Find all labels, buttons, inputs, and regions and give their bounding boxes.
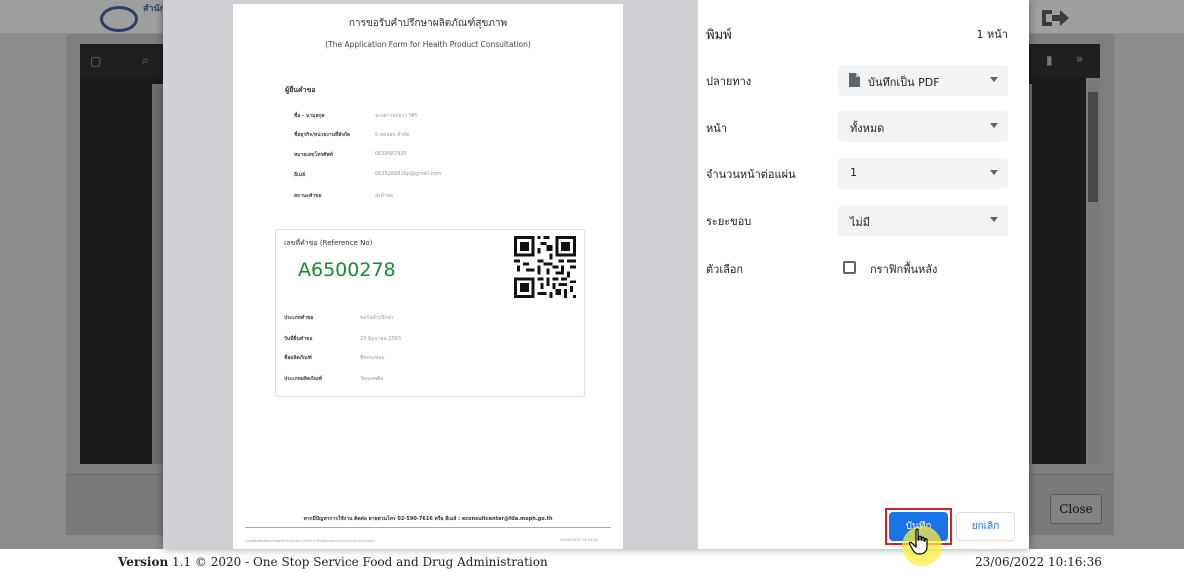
logout-icon[interactable] [1040, 6, 1070, 30]
reference-label: เลขที่คำขอ (Reference No) [284, 239, 373, 247]
margins-select[interactable]: ไม่มี [838, 205, 1008, 236]
print-title: พิมพ์ [706, 28, 732, 43]
fda-logo [100, 6, 138, 32]
hand-pointer-icon [908, 528, 928, 555]
pdf-scrollbar-thumb[interactable] [1088, 92, 1098, 202]
pages-per-sheet-value: 1 [850, 166, 857, 179]
chevron-down-icon [990, 123, 998, 128]
applicant-heading: ผู้ยื่นคำขอ [285, 86, 316, 94]
document-footer-divider [245, 527, 611, 528]
close-button[interactable]: Close [1050, 494, 1102, 524]
background-graphics-label[interactable]: กราฟิกพื้นหลัง [870, 260, 937, 278]
document-title: การขอรับคำปรึกษาผลิตภัณฑ์สุขภาพ [348, 18, 508, 29]
document-subtitle: (The Application Form for Health Product… [325, 40, 531, 49]
footer-version-text: 1.1 © 2020 - One Stop Service Food and D… [168, 555, 548, 569]
document-footnote-date: 23/06/2022 10:24:31 [560, 538, 598, 542]
footer-version: Version 1.1 © 2020 - One Stop Service Fo… [118, 555, 548, 569]
pages-label: หน้า [706, 122, 727, 135]
print-page-count: 1 หน้า [976, 28, 1008, 41]
destination-label: ปลายทาง [706, 75, 752, 88]
chevron-down-icon [990, 217, 998, 222]
applicant-field-value: 5 ทดสอบ จำกัด [375, 132, 410, 138]
pages-per-sheet-label: จำนวนหน้าต่อแผ่น [706, 168, 796, 181]
cancel-button[interactable]: ยกเลิก [956, 512, 1015, 541]
pages-value: ทั้งหมด [850, 122, 885, 135]
request-field-label: ประเภทผลิตภัณฑ์ [284, 376, 323, 382]
footer-datetime: 23/06/2022 10:16:36 [975, 555, 1102, 569]
qr-code-icon [514, 236, 576, 298]
request-field-value: 23 มิถุนายน 2565 [360, 336, 402, 342]
applicant-field-label: ชื่อ - นามสกุล [294, 113, 325, 119]
request-field-value: วัตถุเสพติด [360, 376, 384, 382]
applicant-field-label: ชื่อธุรกิจ/หน่วยงานที่สังกัด [294, 132, 351, 138]
document-footer-contact: หากมีปัญหาการใช้งาน ติดต่อ สายด่วนโทร 02… [303, 516, 553, 522]
applicant-field-value: นางสาวพรธรา วิศิริ [375, 113, 418, 119]
pages-per-sheet-select[interactable]: 1 [838, 158, 1008, 189]
chevron-down-icon [990, 170, 998, 175]
applicant-field-value: 0639587925 [375, 151, 407, 157]
file-icon [849, 73, 860, 87]
document-footnote: กองผลิตภัณฑ์สุขภาพนวัตกรรมและการบริการ ส… [245, 539, 376, 543]
applicant-field-label: หมายเลขโทรศัพท์ [294, 152, 333, 158]
footer-version-bold: Version [118, 555, 169, 569]
search-icon[interactable]: ⌕ [142, 53, 149, 68]
applicant-field-value: 0625266816p@gmail.com [375, 171, 442, 177]
margins-value: ไม่มี [850, 216, 871, 229]
more-tools-icon[interactable]: » [1076, 52, 1083, 66]
applicant-field-label: อีเมล์ [294, 172, 306, 178]
request-field-value: ขอรับคำปรึกษา [360, 315, 394, 321]
applicant-field-value: ส่งคำขอ [375, 193, 394, 199]
request-field-label: วันที่ยื่นคำขอ [284, 336, 313, 342]
sidebar-toggle-icon[interactable]: ▢ [90, 54, 101, 68]
background-graphics-checkbox[interactable] [843, 261, 856, 274]
pages-select[interactable]: ทั้งหมด [838, 111, 1008, 142]
request-field-label: ประเภทคำขอ [284, 315, 314, 321]
chevron-down-icon [990, 77, 998, 82]
applicant-field-label: สถานะคำขอ [294, 193, 322, 199]
destination-select[interactable]: บันทึกเป็น PDF [838, 65, 1008, 96]
destination-value: บันทึกเป็น PDF [868, 76, 940, 89]
bookmark-icon[interactable]: ▮ [1046, 53, 1053, 67]
request-field-value: ทีทกระท่อม [360, 355, 385, 361]
request-field-label: ชื่อผลิตภัณฑ์ [284, 355, 312, 361]
reference-number: A6500278 [298, 259, 396, 281]
margins-label: ระยะขอบ [706, 215, 752, 228]
options-label: ตัวเลือก [706, 263, 744, 276]
